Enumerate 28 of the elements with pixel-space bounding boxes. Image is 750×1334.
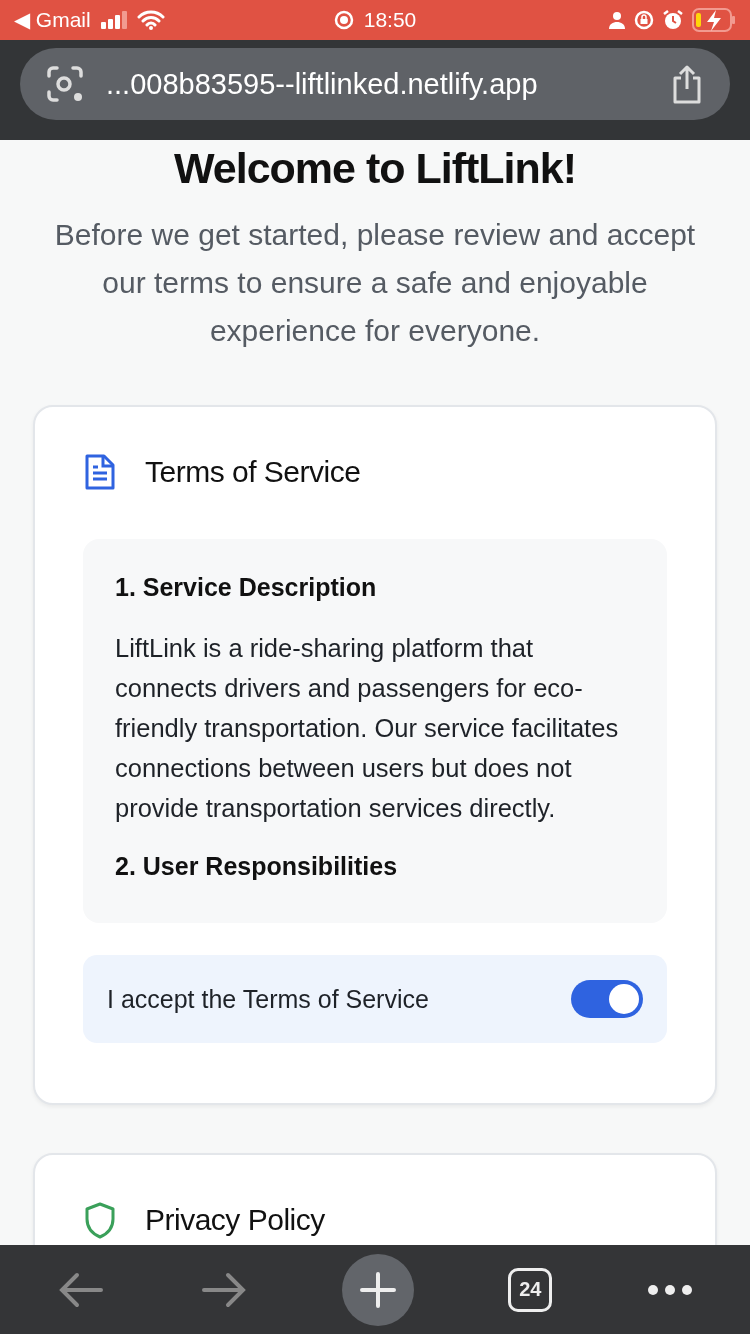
wifi-icon	[136, 10, 165, 30]
more-icon[interactable]	[646, 1283, 693, 1296]
page-title: Welcome to LiftLink!	[172, 144, 577, 193]
section-title: Privacy Policy	[145, 1203, 325, 1237]
camera-search-icon[interactable]	[46, 65, 84, 103]
section-title: Terms of Service	[145, 455, 361, 489]
accept-label: I accept the Terms of Service	[107, 984, 429, 1014]
back-arrow-icon[interactable]	[57, 1271, 106, 1308]
url-text: ...008b83595--liftlinked.netlify.app	[106, 67, 539, 101]
document-icon	[83, 453, 117, 491]
person-icon	[608, 11, 626, 29]
recording-icon	[333, 10, 354, 30]
plus-icon	[359, 1271, 396, 1308]
signal-icon	[100, 11, 127, 29]
accept-toggle[interactable]	[571, 980, 643, 1018]
shield-icon	[83, 1201, 117, 1239]
tab-count-button[interactable]: 24	[508, 1267, 553, 1312]
terms-heading: 2. User Responsibilities	[115, 852, 399, 881]
intro-text: Before we get started, please review and accept our terms to ensure a safe and enjoyable experience for everyone.	[53, 217, 697, 349]
clock-time: 18:50	[363, 8, 417, 32]
back-to-app-link[interactable]: ◀ Gmail	[14, 8, 91, 32]
terms-heading: 1. Service Description	[115, 573, 378, 602]
battery-icon	[692, 8, 736, 32]
alarm-icon	[662, 9, 684, 31]
terms-paragraph: LiftLink is a ride-sharing platform that connects drivers and passengers for eco-friendly transportation. Our service facilitates connections between users but does not provide transportation services directly.	[115, 633, 620, 824]
rotation-lock-icon	[634, 10, 654, 30]
address-bar[interactable]: ...008b83595--liftlinked.netlify.app	[20, 48, 730, 120]
forward-arrow-icon[interactable]	[199, 1271, 248, 1308]
